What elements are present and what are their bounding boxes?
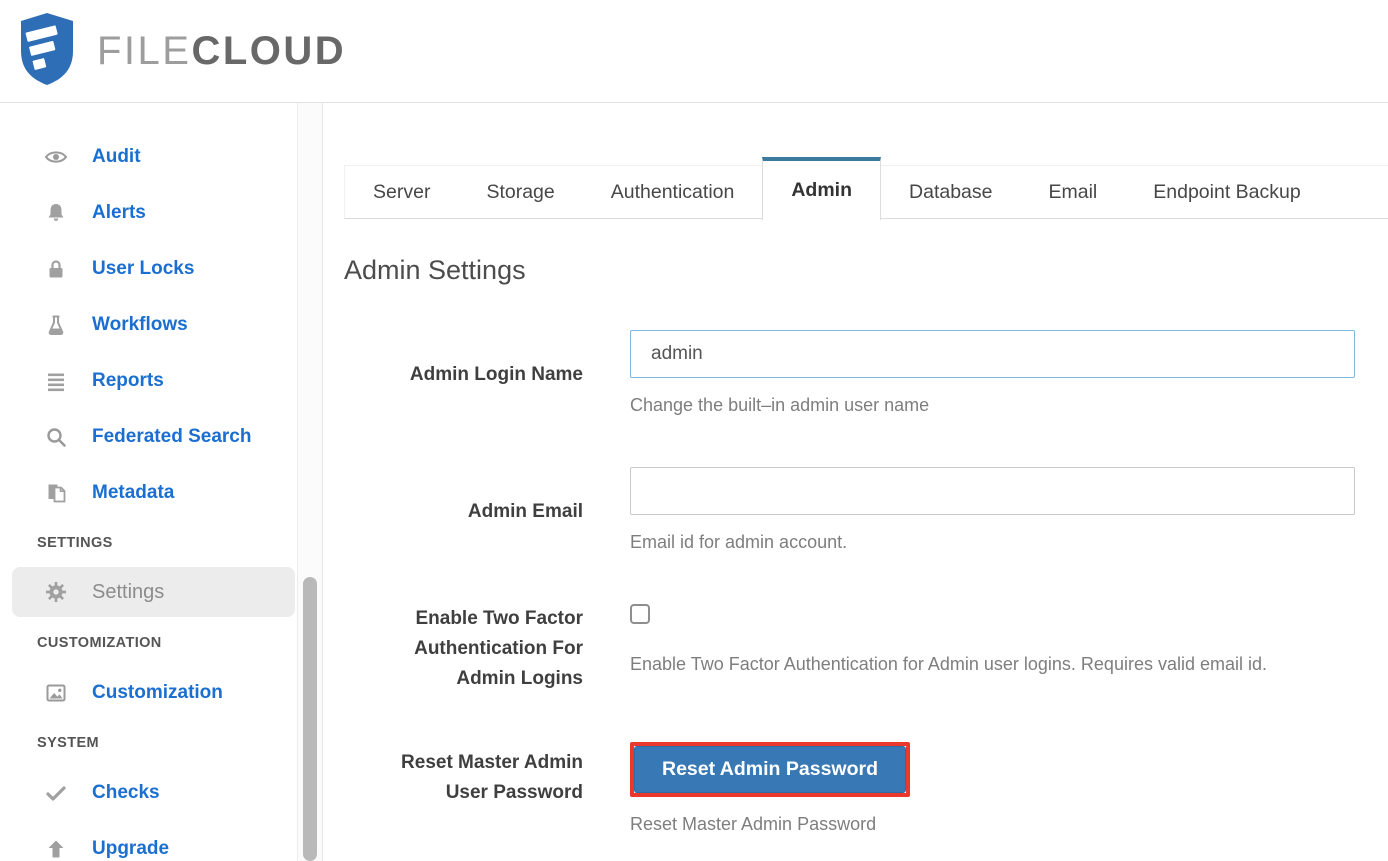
sidebar-item-label: Settings [92,580,165,603]
gear-icon [44,580,68,604]
reset-master-admin-password-help-text: Reset Master Admin Password [630,814,877,834]
copy-icon [44,481,68,505]
image-icon [44,681,68,705]
label-line: Admin Login Name [409,363,583,385]
sidebar: Audit Alerts User Locks Workflows Reports Fed… [0,103,297,861]
tab-endpoint-backup[interactable]: Endpoint Backup [1125,166,1328,218]
reset-master-admin-password-control: Reset Admin Password Reset Master Admin P… [630,742,1355,838]
two-factor-authentication-help-text: Enable Two Factor Authentication for Adm… [630,654,1268,674]
wordmark-cloud: CLOUD [191,28,347,73]
wordmark-file: FILE [97,28,192,73]
lock-icon [44,257,68,281]
admin-login-name-help-text: Change the built–in admin user name [630,395,930,415]
admin-email-input[interactable] [630,467,1355,515]
label-line: User Password [445,782,583,803]
eye-icon [44,145,68,169]
tab-database[interactable]: Database [881,166,1020,218]
sidebar-item-customization[interactable]: Customization [0,665,297,721]
search-icon [44,425,68,449]
app-header: FILECLOUD [0,0,1388,103]
filecloud-shield-icon [17,11,77,92]
admin-login-name-control: Change the built–in admin user name [630,330,1355,419]
sidebar-item-user-locks[interactable]: User Locks [0,241,297,297]
filecloud-logo: FILECLOUD [17,11,346,92]
sidebar-scrollbar[interactable] [297,103,323,861]
field-row-admin-email: Admin Email Email id for admin account. [344,467,1388,556]
label-line: Admin Logins [456,668,583,689]
page-title: Admin Settings [344,255,526,285]
filecloud-admin-app: FILECLOUD Audit Alerts User Locks Workflows… [0,0,1388,861]
admin-email-help-text: Email id for admin account. [630,532,848,552]
annotation-highlight-box: Reset Admin Password [630,742,911,797]
admin-settings-form: Admin Login Name Change the built–in admi… [344,330,1388,838]
sidebar-item-label: Customization [92,682,223,703]
two-factor-authentication-checkbox[interactable] [630,604,650,624]
sidebar-section-label: SYSTEM [37,735,100,751]
sidebar-item-metadata[interactable]: Metadata [0,465,297,521]
bell-icon [44,201,68,225]
two-factor-authentication-control: Enable Two Factor Authentication for Adm… [630,604,1355,678]
sidebar-item-federated-search[interactable]: Federated Search [0,409,297,465]
label-line: Authentication For [414,638,583,659]
reset-master-admin-password-label: Reset Master Admin User Password [344,742,583,808]
sidebar-section-system: SYSTEM [0,721,297,765]
sidebar-item-upgrade[interactable]: Upgrade [0,821,297,861]
sidebar-item-checks[interactable]: Checks [0,765,297,821]
main-content: Server Storage Authentication Admin Database… [323,103,1388,861]
sidebar-item-label: Upgrade [92,838,170,859]
sidebar-item-label: Checks [92,782,160,803]
field-row-reset-master-admin-password: Reset Master Admin User Password Reset Adm… [344,742,1388,838]
sidebar-item-label: Audit [92,146,141,167]
tab-authentication[interactable]: Authentication [583,166,763,218]
sidebar-section-customization: CUSTOMIZATION [0,621,297,665]
check-icon [44,781,68,805]
admin-login-name-label: Admin Login Name [344,360,583,390]
sidebar-section-settings: SETTINGS [0,521,297,565]
tab-storage[interactable]: Storage [458,166,582,218]
admin-email-label: Admin Email [344,497,583,527]
sidebar-item-workflows[interactable]: Workflows [0,297,297,353]
sidebar-item-audit[interactable]: Audit [0,129,297,185]
tab-admin[interactable]: Admin [762,157,882,220]
label-line: Reset Master Admin [401,752,583,773]
body-layout: Audit Alerts User Locks Workflows Reports Fed… [0,103,1388,861]
sidebar-item-label: Alerts [92,202,146,223]
sidebar-section-label: SETTINGS [37,535,113,551]
flask-icon [44,313,68,337]
sidebar-item-label: Reports [92,370,164,391]
arrow-up-icon [44,837,68,861]
label-line: Enable Two Factor [415,608,583,629]
reset-master-admin-password-button[interactable]: Reset Admin Password [634,746,907,793]
sidebar-item-label: Federated Search [92,426,252,447]
sidebar-item-label: Workflows [92,314,188,335]
tab-server[interactable]: Server [345,166,458,218]
sidebar-section-label: CUSTOMIZATION [37,635,162,651]
two-factor-authentication-label: Enable Two Factor Authentication For Admin… [344,604,583,694]
list-icon [44,369,68,393]
sidebar-item-label: User Locks [92,258,195,279]
settings-tab-bar: Server Storage Authentication Admin Database… [344,157,1388,220]
field-row-two-factor-authentication: Enable Two Factor Authentication For Admin… [344,604,1388,694]
admin-login-name-input[interactable] [630,330,1355,378]
sidebar-item-reports[interactable]: Reports [0,353,297,409]
filecloud-wordmark: FILECLOUD [97,29,346,74]
sidebar-item-settings[interactable]: Settings [12,567,295,617]
sidebar-item-label: Metadata [92,482,175,503]
scrollbar-thumb[interactable] [303,577,317,861]
field-row-admin-login-name: Admin Login Name Change the built–in admi… [344,330,1388,419]
sidebar-item-alerts[interactable]: Alerts [0,185,297,241]
admin-email-control: Email id for admin account. [630,467,1355,556]
tab-email[interactable]: Email [1021,166,1126,218]
label-line: Admin Email [467,500,583,522]
